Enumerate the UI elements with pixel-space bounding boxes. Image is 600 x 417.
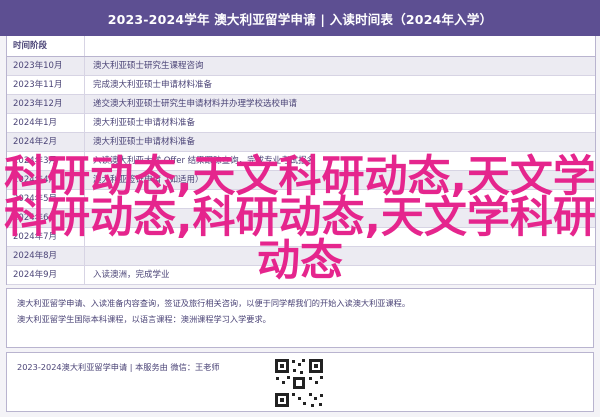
table-row: 2023年11月 完成澳大利亚硕士申请材料准备 <box>7 76 595 95</box>
table-row: 2023年12月 递交澳大利亚硕士研究生申请材料并办理学校选校申请 <box>7 95 595 114</box>
overlay-text-line-3: 动态 <box>257 236 343 286</box>
document-page: 2023-2024学年 澳大利亚留学申请 | 入读时间表（2024年入学） 时间… <box>0 0 600 417</box>
document-header: 2023-2024学年 澳大利亚留学申请 | 入读时间表（2024年入学） <box>0 0 600 36</box>
table-row: 2024年1月 澳大利亚硕士申请材料准备 <box>7 114 595 133</box>
row-task: 澳大利亚硕士研究生课程咨询 <box>93 61 204 71</box>
row-task: 完成澳大利亚硕士申请材料准备 <box>93 80 213 90</box>
row-time: 2024年1月 <box>7 114 85 132</box>
table-header-row: 时间阶段 <box>7 36 595 57</box>
qr-code-icon <box>273 357 325 409</box>
note-line-2: 澳大利亚留学生国际本科课程，以语言课程：澳洲课程学习入学要求。 <box>17 314 271 324</box>
row-time: 2023年11月 <box>7 76 85 94</box>
row-time: 2023年10月 <box>7 57 85 75</box>
table-row: 2024年2月 澳大利亚硕士申请材料准备 <box>7 133 595 152</box>
row-task: 递交澳大利亚硕士研究生申请材料并办理学校选校申请 <box>93 99 298 109</box>
contact-text: 2023-2024澳大利亚留学申请 | 本服务由 微信：王老师 <box>17 362 220 372</box>
notes-box: 澳大利亚留学申请、入读准备内容查询，签证及旅行相关咨询，以便于同学帮我们的开始入… <box>6 288 594 348</box>
table-header-task <box>85 36 595 56</box>
row-time: 2023年12月 <box>7 95 85 113</box>
overlay-text-line-2: 科研动态,科研动态,天文学科研 <box>4 193 596 243</box>
table-row: 2023年10月 澳大利亚硕士研究生课程咨询 <box>7 57 595 76</box>
table-header-time: 时间阶段 <box>7 36 85 56</box>
document-title: 2023-2024学年 澳大利亚留学申请 | 入读时间表（2024年入学） <box>107 11 493 27</box>
row-task: 澳大利亚硕士申请材料准备 <box>93 137 196 147</box>
row-task: 澳大利亚硕士申请材料准备 <box>93 118 196 128</box>
contact-box: 2023-2024澳大利亚留学申请 | 本服务由 微信：王老师 <box>6 352 594 412</box>
note-line-1: 澳大利亚留学申请、入读准备内容查询，签证及旅行相关咨询，以便于同学帮我们的开始入… <box>17 298 411 308</box>
row-time: 2024年2月 <box>7 133 85 151</box>
